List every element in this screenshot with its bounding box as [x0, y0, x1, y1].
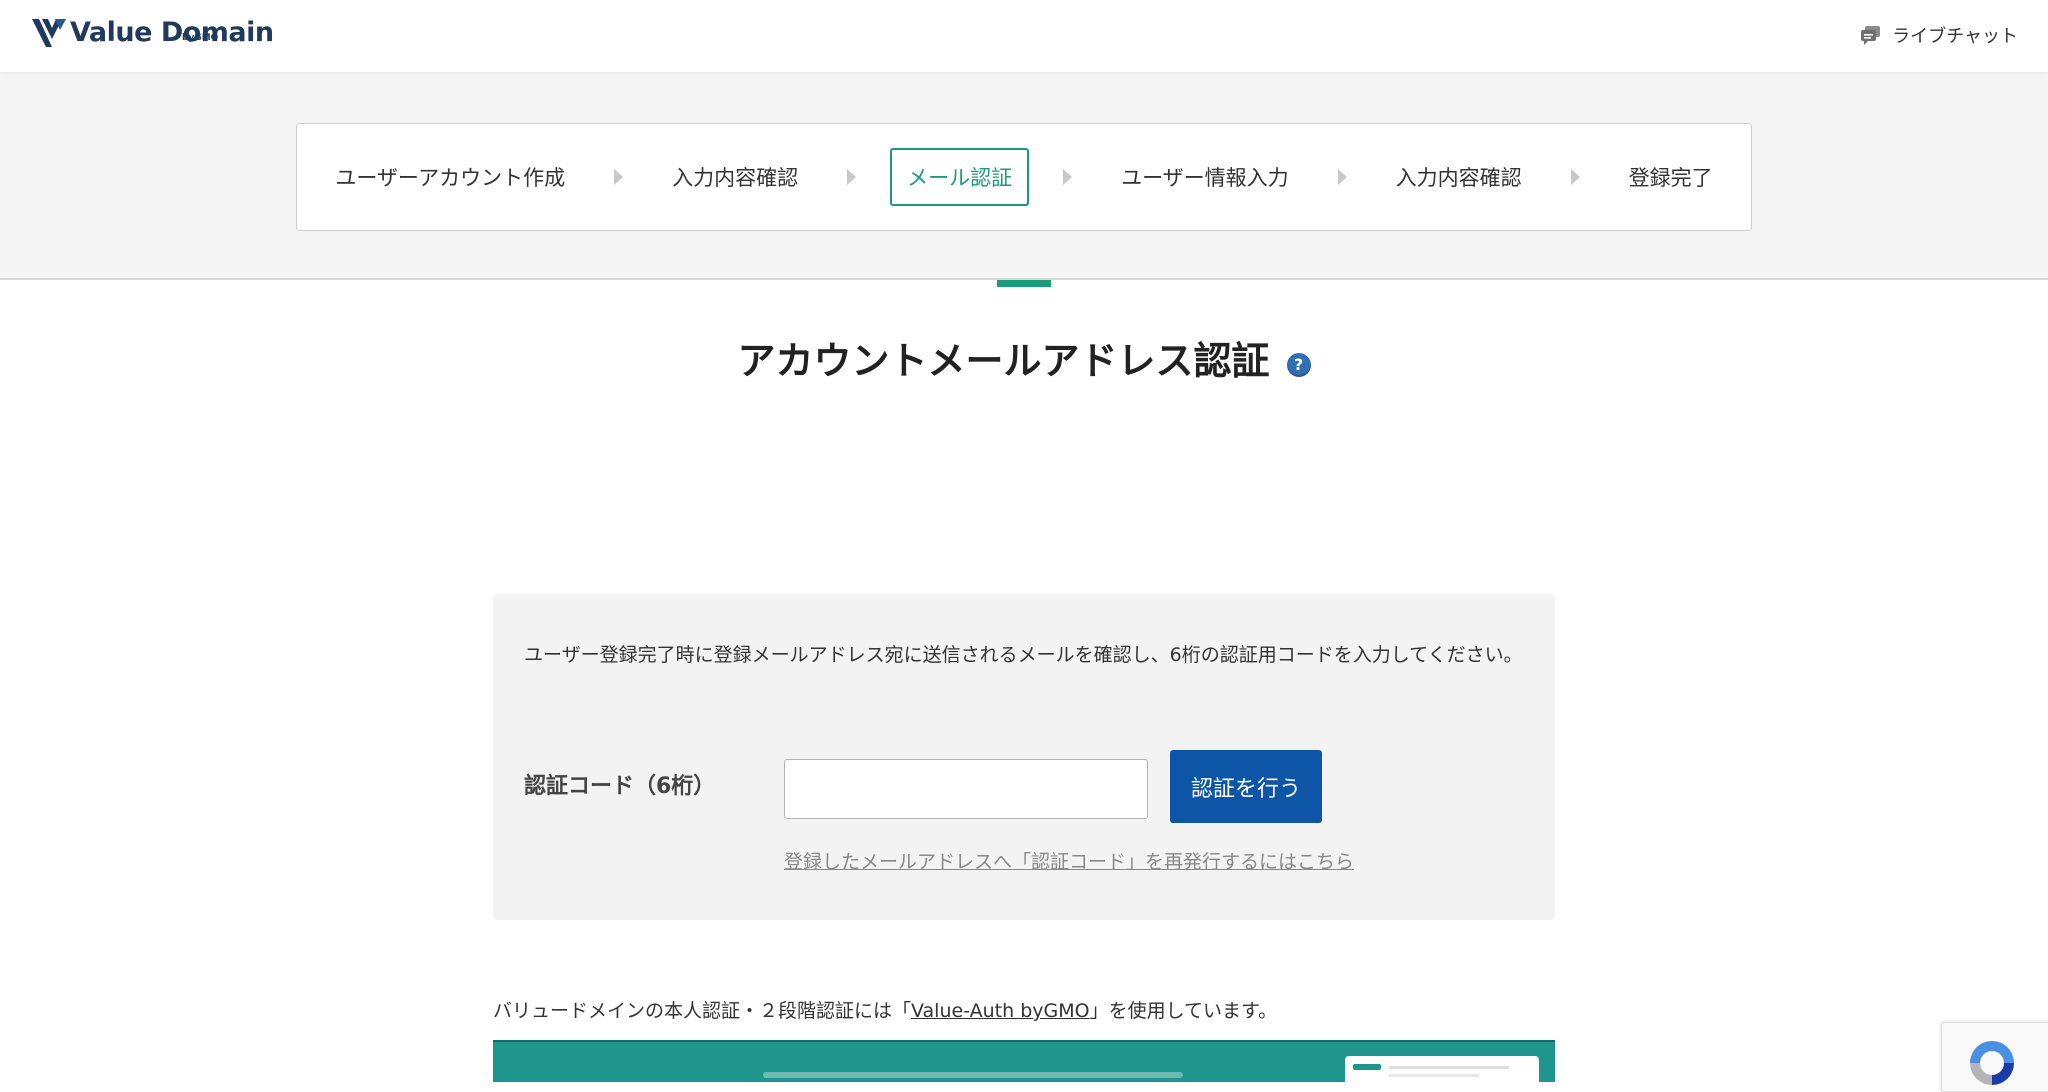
title-area: アカウントメールアドレス認証 ?	[0, 330, 2048, 385]
live-chat-label: ライブチャット	[1892, 26, 2018, 47]
step-arrow-icon	[1063, 169, 1073, 185]
site-logo[interactable]: Value Domain	[30, 16, 274, 58]
value-auth-link[interactable]: Value-Auth byGMO	[911, 1000, 1090, 1022]
verification-code-input[interactable]	[784, 759, 1148, 819]
note-prefix: バリュードメインの本人認証・２段階認証には「	[493, 1000, 912, 1022]
step-user-info: ユーザー情報入力	[1121, 166, 1289, 190]
step-arrow-icon	[1337, 169, 1347, 185]
card-header-bar	[1353, 1064, 1381, 1070]
logo-text: Value Domain	[70, 17, 274, 48]
card-line	[1389, 1074, 1479, 1077]
step-email-verify: メール認証	[890, 148, 1030, 206]
step-complete: 登録完了	[1628, 166, 1713, 190]
value-auth-banner[interactable]	[493, 1040, 1555, 1082]
banner-screenshot-card	[1345, 1056, 1539, 1082]
verification-panel: ユーザー登録完了時に登録メールアドレス宛に送信されるメールを確認し、6桁の認証用…	[493, 594, 1555, 920]
step-account-create: ユーザーアカウント作成	[335, 166, 566, 190]
step-arrow-icon	[1570, 169, 1580, 185]
note-suffix: 」を使用しています。	[1089, 1000, 1278, 1022]
value-auth-note: バリュードメインの本人認証・２段階認証には「Value-Auth byGMO」を…	[493, 996, 1277, 1023]
card-line	[1389, 1066, 1509, 1069]
instruction-text: ユーザー登録完了時に登録メールアドレス宛に送信されるメールを確認し、6桁の認証用…	[524, 644, 1523, 666]
page-title: アカウントメールアドレス認証	[737, 339, 1270, 383]
live-chat-button[interactable]: ライブチャット	[1860, 22, 2018, 48]
step-arrow-icon	[847, 169, 857, 185]
logo-sub-text: byGMO	[182, 33, 219, 43]
code-label: 認証コード（6桁）	[524, 774, 716, 799]
step-arrow-icon	[614, 169, 624, 185]
registration-stepper: ユーザーアカウント作成 入力内容確認 メール認証 ユーザー情報入力 入力内容確認…	[296, 123, 1752, 231]
verify-button[interactable]: 認証を行う	[1170, 750, 1322, 823]
chat-bubble-icon	[1861, 26, 1881, 45]
active-indicator	[997, 280, 1051, 287]
step-input-confirm: 入力内容確認	[672, 166, 799, 190]
site-header: Value Domain byGMO ライブチャット	[0, 0, 2048, 72]
value-domain-logo-icon	[32, 19, 66, 47]
step-input-confirm-2: 入力内容確認	[1395, 166, 1522, 190]
resend-code-link[interactable]: 登録したメールアドレスへ「認証コード」を再発行するにはこちら	[784, 847, 1354, 874]
question-circle-icon[interactable]: ?	[1286, 352, 1311, 377]
recaptcha-icon	[1970, 1041, 2014, 1085]
progress-band: ユーザーアカウント作成 入力内容確認 メール認証 ユーザー情報入力 入力内容確認…	[0, 72, 2048, 280]
banner-text-blur	[763, 1072, 1183, 1078]
